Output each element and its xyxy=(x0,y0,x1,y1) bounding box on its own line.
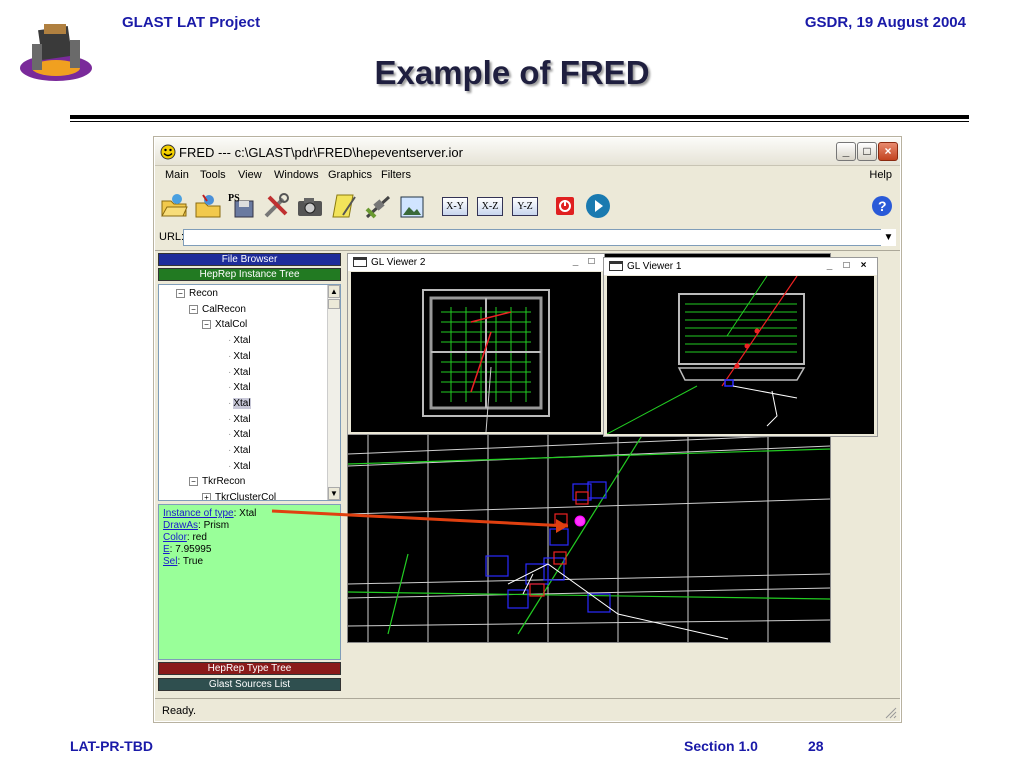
page-number: 28 xyxy=(808,738,824,754)
document-id: LAT-PR-TBD xyxy=(70,738,153,754)
slide: GLAST LAT Project GSDR, 19 August 2004 E… xyxy=(0,0,1024,768)
section-label: Section 1.0 xyxy=(684,738,758,754)
pointer-arrow xyxy=(271,509,569,533)
